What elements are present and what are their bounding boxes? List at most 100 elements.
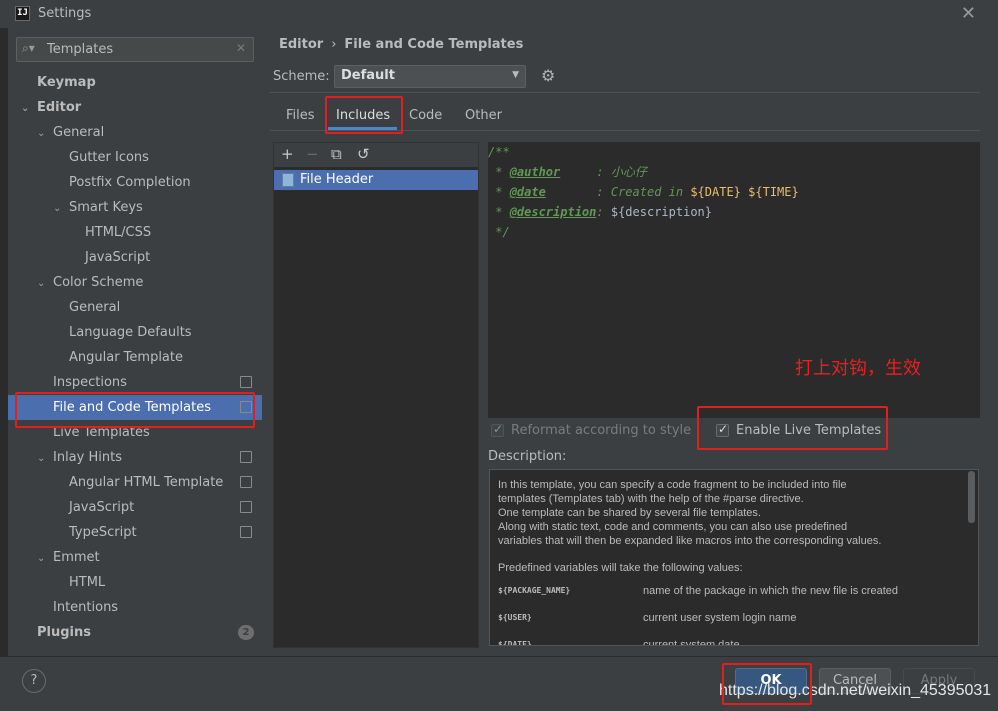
comment-text: * bbox=[488, 165, 510, 179]
sidebar-item-keymap[interactable]: Keymap bbox=[37, 70, 96, 95]
sidebar-item-label: Color Scheme bbox=[53, 275, 144, 290]
sidebar-item-label: HTML bbox=[69, 575, 106, 590]
remove-icon[interactable]: − bbox=[306, 145, 319, 163]
breadcrumb-current: File and Code Templates bbox=[344, 37, 524, 52]
sidebar-item-label: Intentions bbox=[53, 600, 119, 615]
code-line: * @author : 小心仔 bbox=[488, 162, 647, 182]
add-icon[interactable]: + bbox=[281, 145, 294, 163]
sidebar-item-label: Angular HTML Template bbox=[69, 475, 224, 490]
sidebar-item-plugins[interactable]: Plugins 2 bbox=[37, 620, 262, 645]
gear-icon[interactable]: ⚙ bbox=[541, 66, 555, 85]
scheme-label: Scheme: bbox=[273, 69, 330, 84]
highlight-ok-button bbox=[722, 663, 812, 705]
dialog-button-bar: ? OK Cancel Apply https://blog.csdn.net/… bbox=[0, 656, 998, 711]
project-scope-icon bbox=[240, 476, 252, 488]
plugins-update-badge: 2 bbox=[238, 625, 254, 640]
template-toolbar: + − ⧉ ↺ bbox=[274, 143, 478, 167]
sidebar-item-editor[interactable]: ⌄ Editor bbox=[21, 95, 81, 120]
sidebar-item-angular-template[interactable]: Angular Template bbox=[69, 345, 183, 370]
project-scope-icon bbox=[240, 376, 252, 388]
sidebar-item-html[interactable]: HTML bbox=[69, 570, 105, 595]
comment-text: : bbox=[545, 185, 611, 199]
code-line: * @description: ${description} bbox=[488, 202, 712, 222]
variable-desc: current user system login name bbox=[643, 612, 797, 624]
reformat-checkbox[interactable] bbox=[491, 422, 504, 437]
sidebar-item-label: Language Defaults bbox=[69, 325, 192, 340]
variable-name: ${DATE} bbox=[498, 640, 532, 646]
description-line: In this template, you can specify a code… bbox=[498, 479, 847, 491]
sidebar-item-hints-javascript[interactable]: JavaScript bbox=[69, 495, 262, 520]
close-icon[interactable]: ✕ bbox=[961, 3, 976, 24]
description-line: variables that will then be expanded lik… bbox=[498, 535, 882, 547]
sidebar-item-label: Emmet bbox=[53, 550, 100, 565]
comment-text: */ bbox=[488, 225, 510, 239]
template-variable: ${TIME} bbox=[748, 185, 799, 199]
file-template-icon bbox=[282, 173, 294, 187]
chevron-down-icon[interactable]: ⌄ bbox=[37, 271, 53, 296]
reformat-label: Reformat according to style bbox=[511, 423, 692, 438]
sidebar-item-language-defaults[interactable]: Language Defaults bbox=[69, 320, 192, 345]
intellij-app-icon: IJ bbox=[15, 6, 30, 21]
sidebar-item-label: Smart Keys bbox=[69, 200, 143, 215]
sidebar-item-color-scheme[interactable]: ⌄ Color Scheme bbox=[37, 270, 143, 295]
dropdown-arrow-icon: ▼ bbox=[512, 70, 519, 80]
window-title: Settings bbox=[38, 6, 92, 21]
highlight-includes-tab bbox=[325, 96, 403, 134]
chevron-down-icon[interactable]: ⌄ bbox=[37, 446, 53, 471]
variable-row: ${USER} current user system login name bbox=[498, 611, 968, 625]
description-line: templates (Templates tab) with the help … bbox=[498, 493, 804, 505]
breadcrumb-separator: › bbox=[331, 37, 337, 52]
template-variable: ${DATE} bbox=[690, 185, 741, 199]
sidebar-item-gutter-icons[interactable]: Gutter Icons bbox=[69, 145, 149, 170]
variable-desc: name of the package in which the new fil… bbox=[643, 585, 898, 597]
sidebar-item-label: Inspections bbox=[53, 375, 127, 390]
search-input[interactable]: ⌕▾ Templates ✕ bbox=[16, 37, 254, 62]
highlight-live-templates bbox=[697, 406, 888, 450]
sidebar-item-typescript[interactable]: TypeScript bbox=[69, 520, 262, 545]
scheme-select-value: Default bbox=[341, 68, 395, 83]
sidebar-item-label: Keymap bbox=[37, 75, 96, 90]
chevron-down-icon[interactable]: ⌄ bbox=[21, 96, 37, 121]
reset-icon[interactable]: ↺ bbox=[357, 145, 370, 163]
tab-files[interactable]: Files bbox=[286, 108, 315, 123]
javadoc-tag: @author bbox=[509, 165, 561, 179]
sidebar-item-html-css[interactable]: HTML/CSS bbox=[85, 220, 151, 245]
sidebar-item-label: General bbox=[69, 300, 121, 315]
sidebar-item-inlay-hints[interactable]: ⌄ Inlay Hints bbox=[37, 445, 262, 470]
sidebar-item-label: JavaScript bbox=[69, 500, 135, 515]
breadcrumb-parent[interactable]: Editor bbox=[279, 37, 323, 52]
sidebar-item-emmet[interactable]: ⌄ Emmet bbox=[37, 545, 100, 570]
chevron-down-icon[interactable]: ⌄ bbox=[53, 196, 69, 221]
sidebar-item-color-general[interactable]: General bbox=[69, 295, 120, 320]
sidebar-item-label: Postfix Completion bbox=[69, 175, 191, 190]
sidebar-item-general[interactable]: ⌄ General bbox=[37, 120, 104, 145]
scrollbar-thumb[interactable] bbox=[968, 471, 975, 523]
chevron-down-icon[interactable]: ⌄ bbox=[37, 546, 53, 571]
sidebar-item-label: Gutter Icons bbox=[69, 150, 149, 165]
template-variable: ${description} bbox=[610, 205, 712, 219]
description-panel[interactable]: In this template, you can specify a code… bbox=[489, 469, 979, 646]
tab-code[interactable]: Code bbox=[409, 108, 442, 123]
sidebar-item-label: HTML/CSS bbox=[85, 225, 152, 240]
sidebar-item-javascript[interactable]: JavaScript bbox=[85, 245, 150, 270]
sidebar-item-smart-keys[interactable]: ⌄ Smart Keys bbox=[53, 195, 143, 220]
code-line: */ bbox=[488, 222, 510, 242]
divider bbox=[270, 92, 980, 93]
comment-text: * bbox=[488, 185, 510, 199]
clear-search-icon[interactable]: ✕ bbox=[236, 41, 246, 55]
template-item-file-header[interactable]: File Header bbox=[274, 170, 478, 190]
description-line: One template can be shared by several fi… bbox=[498, 507, 761, 519]
scheme-select[interactable]: Default ▼ bbox=[334, 65, 526, 88]
settings-sidebar: ⌕▾ Templates ✕ Keymap ⌄ Editor ⌄ General G… bbox=[8, 28, 262, 656]
comment-text: /** bbox=[488, 145, 510, 159]
help-button[interactable]: ? bbox=[22, 669, 46, 693]
code-line: /** bbox=[488, 142, 510, 162]
sidebar-item-postfix-completion[interactable]: Postfix Completion bbox=[69, 170, 191, 195]
sidebar-item-label: Angular Template bbox=[69, 350, 183, 365]
tab-other[interactable]: Other bbox=[465, 108, 502, 123]
search-input-value[interactable]: Templates bbox=[47, 42, 113, 57]
sidebar-item-angular-html-template[interactable]: Angular HTML Template bbox=[69, 470, 262, 495]
chevron-down-icon[interactable]: ⌄ bbox=[37, 121, 53, 146]
sidebar-item-intentions[interactable]: Intentions bbox=[53, 595, 118, 620]
copy-icon[interactable]: ⧉ bbox=[331, 145, 342, 163]
